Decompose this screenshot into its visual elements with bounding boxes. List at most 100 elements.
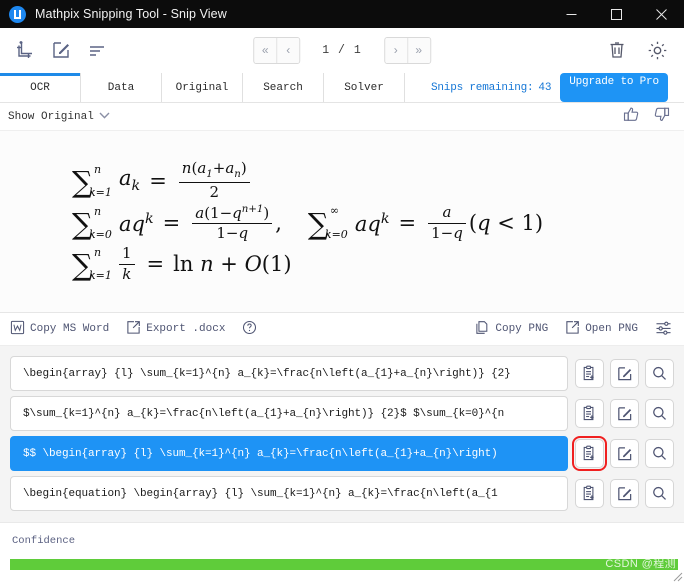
copy-png-label: Copy PNG: [495, 323, 549, 335]
row-actions: [575, 476, 674, 511]
tab-data[interactable]: Data: [81, 73, 162, 102]
export-docx-button[interactable]: Export .docx: [126, 320, 225, 339]
row-actions: [575, 396, 674, 431]
clipboard-copy-icon[interactable]: [575, 359, 604, 388]
latex-results-list: \begin{array} {l} \sum_{k=1}^{n} a_{k}=\…: [0, 346, 684, 522]
clipboard-copy-icon[interactable]: [575, 399, 604, 428]
math-preview-panel: ∑ n k=1 ak = n(a1+an) 2 ∑ n k=0 aqk = a(…: [0, 130, 684, 313]
search-icon[interactable]: [645, 479, 674, 508]
next-page-button[interactable]: ›: [384, 37, 407, 63]
show-original-toggle[interactable]: Show Original: [8, 111, 110, 123]
settings-sliders-icon: [655, 320, 672, 339]
fraction: a(1−qn+1) 1−q: [192, 204, 273, 243]
maximize-icon[interactable]: [594, 0, 639, 28]
latex-text[interactable]: \begin{equation} \begin{array} {l} \sum_…: [10, 476, 568, 511]
help-circle-icon: [242, 320, 257, 339]
summation-symbol: ∑ ∞ k=0: [307, 204, 348, 242]
thumbs-up-icon[interactable]: [623, 106, 640, 128]
window-title: Mathpix Snipping Tool - Snip View: [35, 7, 227, 21]
tab-ocr[interactable]: OCR: [0, 73, 81, 102]
export-action-bar: Copy MS Word Export .docx Copy PNG Open …: [0, 313, 684, 346]
list-view-icon[interactable]: [84, 37, 110, 63]
summation-symbol: ∑ n k=0: [72, 205, 112, 242]
summation-symbol: ∑ n k=1: [72, 246, 112, 283]
last-page-button[interactable]: »: [406, 37, 430, 63]
search-icon[interactable]: [645, 439, 674, 468]
toolbar-left-icons: [12, 37, 110, 63]
table-row[interactable]: \begin{equation} \begin{array} {l} \sum_…: [10, 476, 674, 511]
rendered-equations: ∑ n k=1 ak = n(a1+an) 2 ∑ n k=0 aqk = a(…: [72, 157, 543, 286]
help-button[interactable]: [242, 320, 257, 339]
word-doc-icon: [10, 320, 25, 339]
prev-page-button[interactable]: ‹: [276, 37, 300, 63]
minimize-icon[interactable]: [549, 0, 594, 28]
equation-line-3: ∑ n k=1 1 k = ln n + O(1): [72, 244, 292, 283]
app-window: Mathpix Snipping Tool - Snip View « ‹ 1 …: [0, 0, 684, 583]
window-controls: [549, 0, 684, 28]
copy-page-icon: [475, 320, 490, 339]
copy-ms-word-button[interactable]: Copy MS Word: [10, 320, 109, 339]
gear-icon[interactable]: [644, 37, 670, 63]
tab-solver[interactable]: Solver: [324, 73, 405, 102]
export-docx-label: Export .docx: [146, 323, 226, 335]
edit-square-icon[interactable]: [610, 439, 639, 468]
latex-text[interactable]: \begin{array} {l} \sum_{k=1}^{n} a_{k}=\…: [10, 356, 568, 391]
edit-square-icon[interactable]: [610, 399, 639, 428]
feedback-icons: [623, 106, 670, 128]
action-bar-right: Copy PNG Open PNG: [475, 320, 672, 339]
show-original-label: Show Original: [8, 110, 94, 123]
equation-line-1: ∑ n k=1 ak = n(a1+an) 2: [72, 159, 543, 201]
confidence-bar: [10, 559, 678, 570]
search-icon[interactable]: [645, 399, 674, 428]
pager-next-group: › »: [383, 36, 431, 64]
action-bar-left: Copy MS Word Export .docx: [10, 320, 257, 339]
display-settings-button[interactable]: [655, 320, 672, 339]
summation-symbol: ∑ n k=1: [72, 162, 112, 199]
export-icon: [126, 320, 141, 339]
copy-png-button[interactable]: Copy PNG: [475, 320, 548, 339]
open-png-label: Open PNG: [585, 323, 638, 335]
confidence-bar-fill: [10, 559, 678, 570]
fraction: 1 k: [119, 245, 135, 283]
trash-icon[interactable]: [604, 37, 630, 63]
pager-prev-group: « ‹: [253, 36, 301, 64]
copy-ms-word-label: Copy MS Word: [30, 323, 110, 335]
thumbs-down-icon[interactable]: [653, 106, 670, 128]
resize-grip-icon[interactable]: [670, 569, 683, 582]
main-toolbar: « ‹ 1 / 1 › »: [0, 28, 684, 73]
show-original-row: Show Original: [0, 103, 684, 130]
snips-remaining-label: Snips remaining:: [431, 81, 534, 94]
mathpix-logo-icon: [9, 5, 26, 23]
chevron-down-icon: [99, 112, 110, 122]
pagination: « ‹ 1 / 1 › »: [253, 36, 431, 64]
page-indicator: 1 / 1: [322, 43, 362, 57]
edit-square-icon[interactable]: [610, 359, 639, 388]
equation-line-2: ∑ n k=0 aqk = a(1−qn+1) 1−q , ∑ ∞ k=0 aq…: [72, 203, 544, 243]
search-icon[interactable]: [645, 359, 674, 388]
fraction: a 1−q: [428, 204, 466, 242]
row-actions: [575, 356, 674, 391]
latex-text[interactable]: $$ \begin{array} {l} \sum_{k=1}^{n} a_{k…: [10, 436, 568, 471]
open-png-button[interactable]: Open PNG: [565, 320, 638, 339]
fraction: n(a1+an) 2: [178, 159, 250, 201]
confidence-panel: Confidence CSDN @程测: [0, 522, 684, 583]
table-row[interactable]: \begin{array} {l} \sum_{k=1}^{n} a_{k}=\…: [10, 356, 674, 391]
title-bar: Mathpix Snipping Tool - Snip View: [0, 0, 684, 28]
table-row[interactable]: $\sum_{k=1}^{n} a_{k}=\frac{n\left(a_{1}…: [10, 396, 674, 431]
row-actions: [572, 436, 674, 471]
close-icon[interactable]: [639, 0, 684, 28]
clipboard-copy-icon[interactable]: [572, 436, 607, 471]
upgrade-to-pro-button[interactable]: Upgrade to Pro: [560, 73, 668, 102]
clipboard-copy-icon[interactable]: [575, 479, 604, 508]
table-row[interactable]: $$ \begin{array} {l} \sum_{k=1}^{n} a_{k…: [10, 436, 674, 471]
latex-text[interactable]: $\sum_{k=1}^{n} a_{k}=\frac{n\left(a_{1}…: [10, 396, 568, 431]
tab-search[interactable]: Search: [243, 73, 324, 102]
snips-remaining-value: 43: [538, 81, 552, 94]
new-snip-icon[interactable]: [12, 37, 38, 63]
confidence-label: Confidence: [12, 535, 76, 547]
snips-remaining: Snips remaining: 43: [431, 73, 551, 102]
tab-original[interactable]: Original: [162, 73, 243, 102]
edit-snip-icon[interactable]: [48, 37, 74, 63]
first-page-button[interactable]: «: [254, 37, 277, 63]
edit-square-icon[interactable]: [610, 479, 639, 508]
